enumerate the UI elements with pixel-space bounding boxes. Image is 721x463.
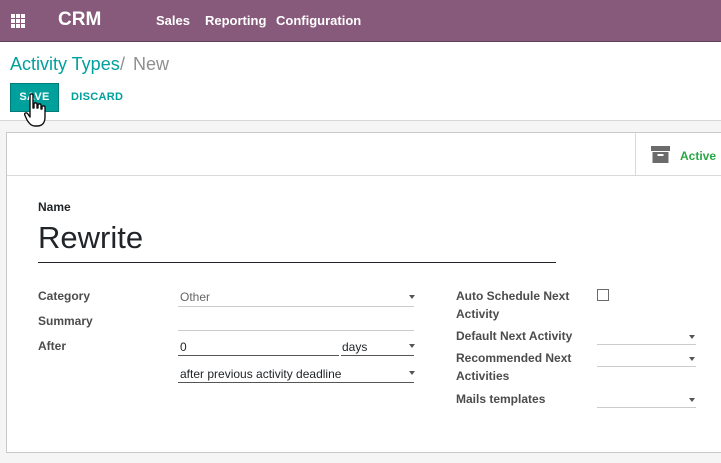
breadcrumb-current: New	[133, 54, 170, 74]
category-value: Other	[180, 290, 211, 304]
active-label: Active	[680, 149, 717, 163]
breadcrumb-separator: /	[120, 54, 126, 74]
control-panel: Activity Types / New SAVE DISCARD	[0, 42, 721, 121]
after-from-value: after previous activity deadline	[180, 367, 342, 381]
after-label: After	[38, 339, 67, 353]
chevron-down-icon	[689, 357, 695, 361]
default-next-label: Default Next Activity	[456, 329, 573, 343]
auto-schedule-label: Auto Schedule Next Activity	[456, 289, 570, 321]
mail-templates-label: Mails templates	[456, 392, 546, 406]
active-toggle-button[interactable]: Active	[635, 133, 721, 175]
auto-schedule-checkbox[interactable]	[597, 289, 609, 301]
chevron-down-icon	[689, 398, 695, 402]
app-name[interactable]: CRM	[58, 9, 101, 31]
after-from-underline	[178, 382, 414, 383]
discard-button[interactable]: DISCARD	[71, 91, 123, 103]
recommended-next-label: Recommended Next Activities	[456, 351, 572, 383]
category-underline	[178, 306, 414, 307]
after-value: 0	[180, 340, 187, 354]
after-unit-underline	[341, 355, 414, 356]
form-sheet: Active Name Rewrite Category Other Summa…	[6, 132, 721, 453]
name-label: Name	[38, 200, 71, 214]
default-next-underline	[597, 344, 696, 345]
breadcrumb-parent[interactable]: Activity Types	[10, 54, 120, 75]
summary-underline	[178, 330, 414, 331]
recommended-next-underline	[597, 366, 696, 367]
menu-configuration[interactable]: Configuration	[276, 13, 361, 28]
top-navbar: CRM Sales Reporting Configuration	[0, 0, 721, 42]
mail-templates-underline	[597, 407, 696, 408]
after-underline	[178, 355, 339, 356]
smart-button-box: Active	[7, 133, 721, 176]
chevron-down-icon	[689, 335, 695, 339]
chevron-down-icon	[409, 344, 415, 348]
after-unit-value: days	[342, 340, 368, 354]
archive-box-icon	[651, 146, 670, 163]
summary-label: Summary	[38, 314, 93, 328]
chevron-down-icon	[409, 371, 415, 375]
category-label: Category	[38, 289, 91, 303]
menu-reporting[interactable]: Reporting	[205, 13, 266, 28]
chevron-down-icon	[409, 295, 415, 299]
apps-grid-icon[interactable]	[11, 14, 26, 29]
menu-sales[interactable]: Sales	[156, 13, 190, 28]
hand-pointer-cursor-icon	[24, 93, 46, 127]
name-input[interactable]: Rewrite	[38, 218, 556, 263]
